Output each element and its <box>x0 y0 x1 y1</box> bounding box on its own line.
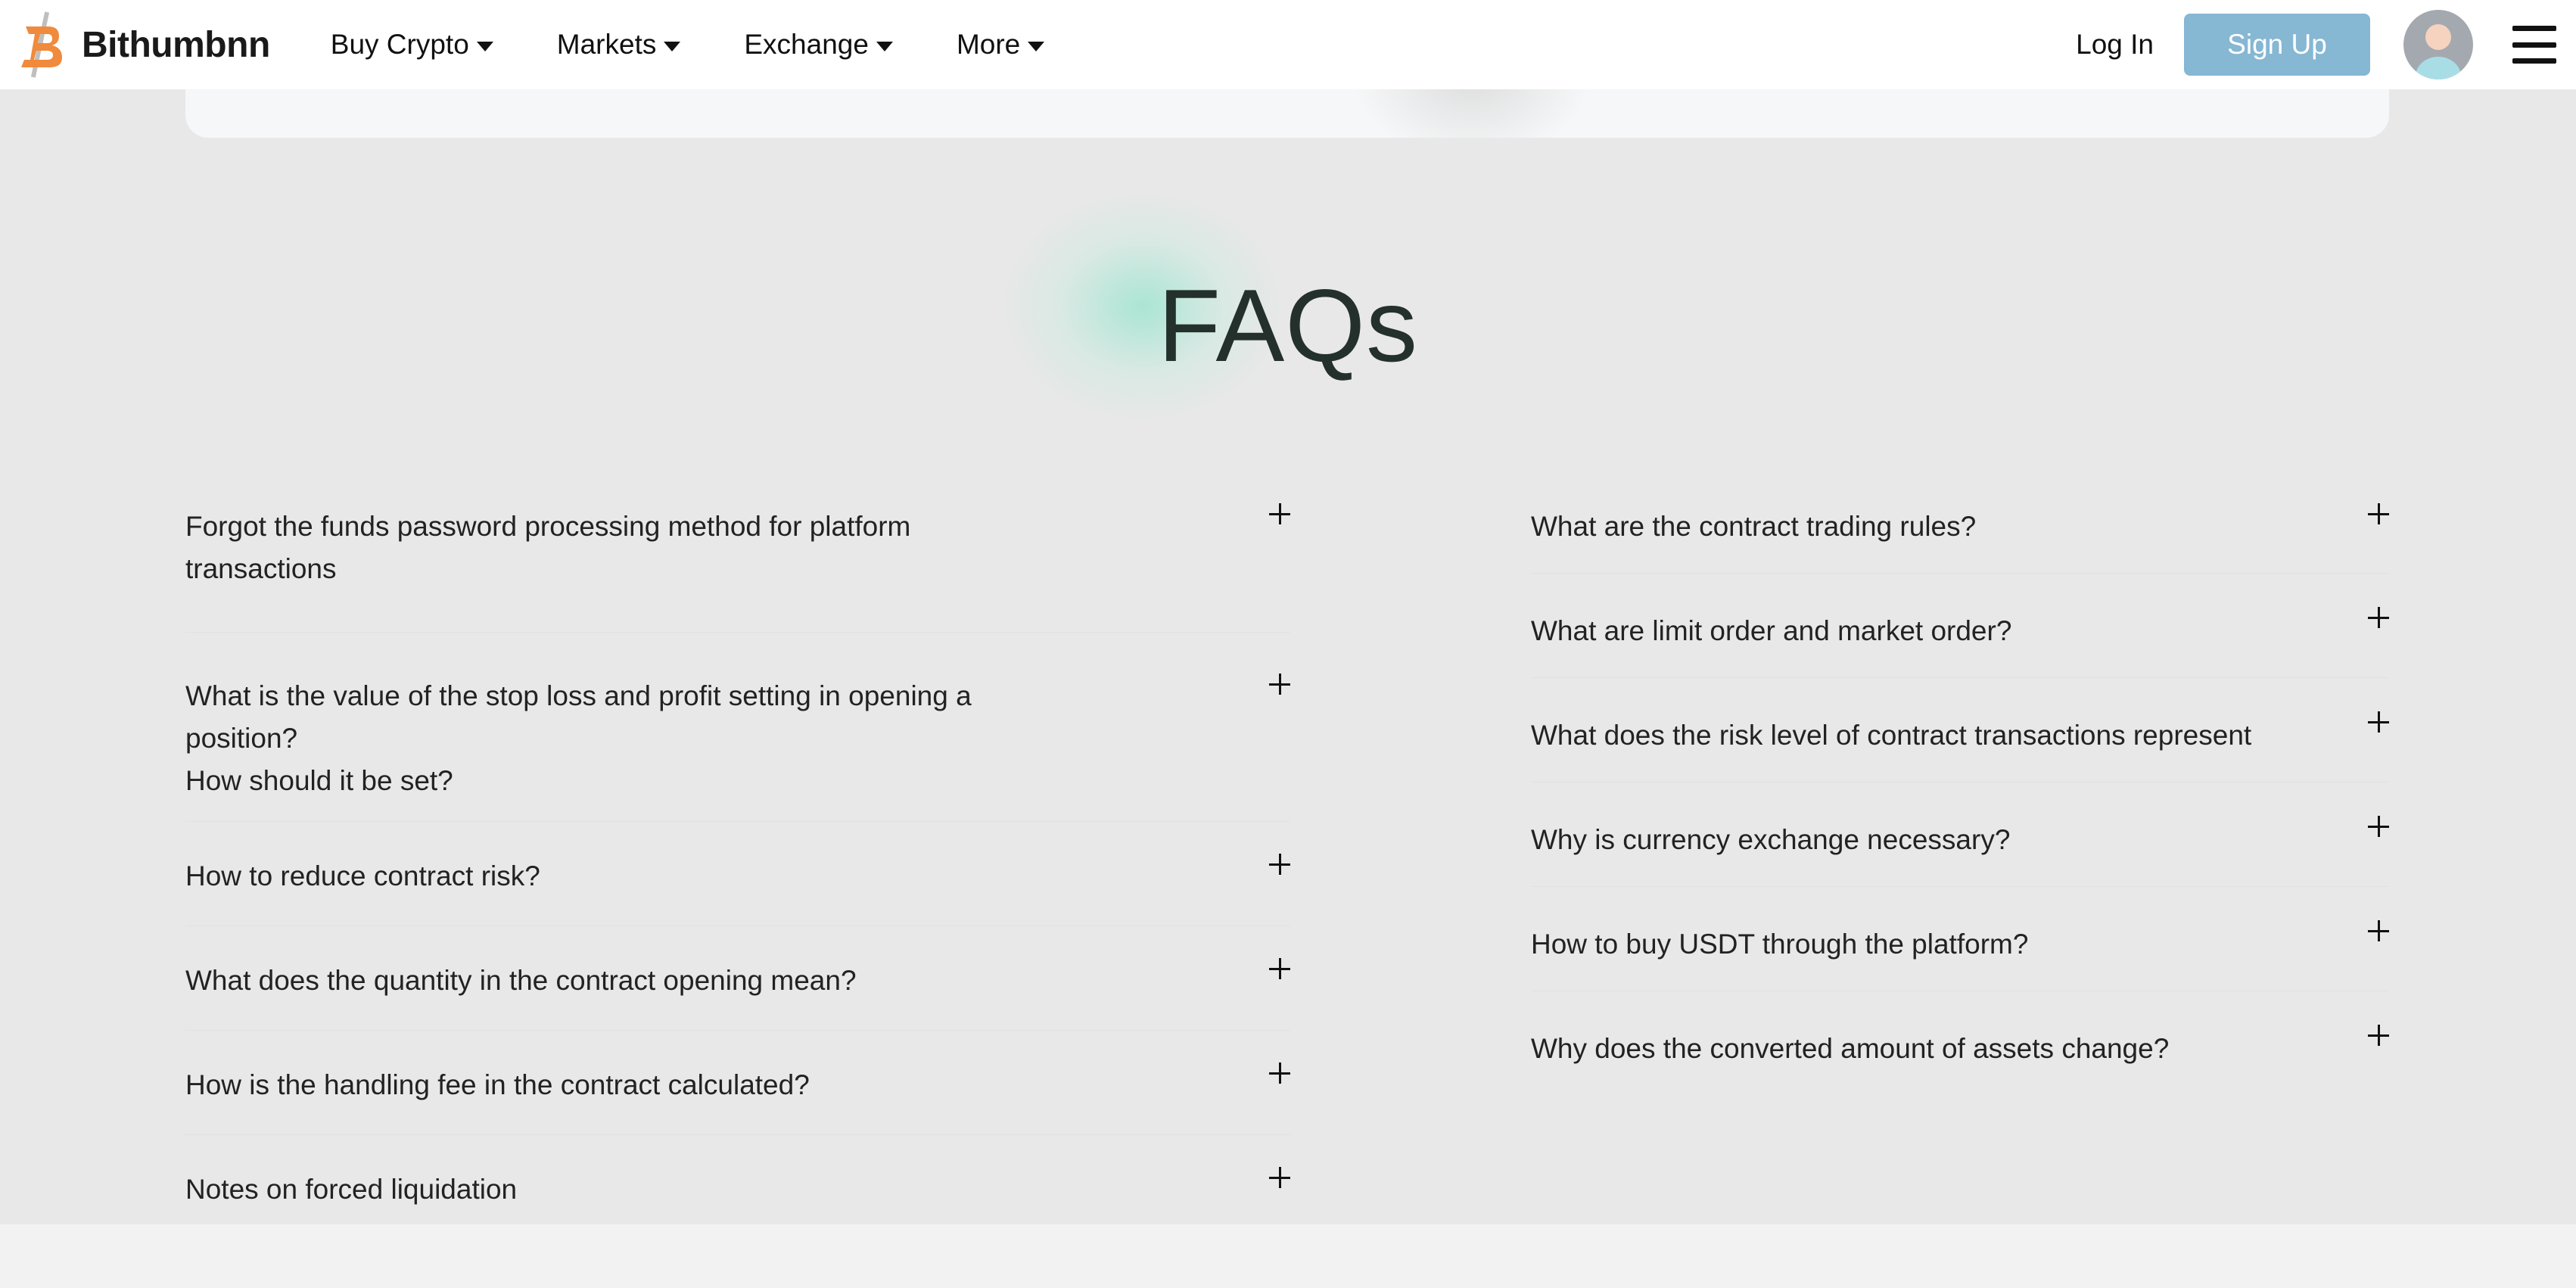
nav-exchange[interactable]: Exchange <box>744 29 893 61</box>
faq-question: What does the quantity in the contract o… <box>185 965 857 996</box>
plus-icon[interactable] <box>1269 1062 1290 1084</box>
nav-buy-crypto[interactable]: Buy Crypto <box>331 29 493 61</box>
caret-down-icon <box>664 41 681 51</box>
faq-item[interactable]: Forgot the funds password processing met… <box>185 484 1290 633</box>
faq-question: What does the risk level of contract tra… <box>1531 720 2252 751</box>
faq-question: What are limit order and market order? <box>1531 615 2012 646</box>
footer-band <box>0 1224 2576 1288</box>
faq-list-right: What are the contract trading rules? Wha… <box>1531 484 2389 1090</box>
plus-icon[interactable] <box>2368 1025 2389 1046</box>
login-link[interactable]: Log In <box>2076 29 2154 61</box>
faq-item[interactable]: How to buy USDT through the platform? <box>1531 887 2389 991</box>
plus-icon[interactable] <box>1269 958 1290 979</box>
plus-icon[interactable] <box>2368 711 2389 733</box>
faq-list-left: Forgot the funds password processing met… <box>185 484 1290 1226</box>
caret-down-icon <box>476 41 493 51</box>
faq-item[interactable]: Notes on forced liquidation <box>185 1135 1290 1226</box>
user-avatar-icon <box>2416 24 2461 79</box>
plus-icon[interactable] <box>2368 607 2389 628</box>
signup-button[interactable]: Sign Up <box>2184 14 2370 76</box>
faq-item[interactable]: What does the quantity in the contract o… <box>185 926 1290 1031</box>
brand-name: Bithumbnn <box>82 24 270 65</box>
faq-question: How to buy USDT through the platform? <box>1531 929 2029 960</box>
faq-question: What are the contract trading rules? <box>1531 511 1977 542</box>
plus-icon[interactable] <box>2368 503 2389 524</box>
faq-item[interactable]: What does the risk level of contract tra… <box>1531 678 2389 782</box>
faq-question: What is the value of the stop loss and p… <box>185 680 972 796</box>
hamburger-menu-icon[interactable] <box>2512 26 2556 64</box>
header-actions: Log In Sign Up <box>2076 0 2576 89</box>
plus-icon[interactable] <box>1269 1167 1290 1188</box>
faq-item[interactable]: What are limit order and market order? <box>1531 574 2389 678</box>
faq-question: How to reduce contract risk? <box>185 860 540 891</box>
caret-down-icon <box>876 41 893 51</box>
plus-icon[interactable] <box>1269 674 1290 695</box>
faq-item[interactable]: Why does the converted amount of assets … <box>1531 991 2389 1090</box>
faq-item[interactable]: How is the handling fee in the contract … <box>185 1031 1290 1135</box>
plus-icon[interactable] <box>2368 816 2389 837</box>
faq-question: Why is currency exchange necessary? <box>1531 824 2011 855</box>
nav-label: More <box>956 29 1021 60</box>
bithumb-logo-icon <box>21 11 62 78</box>
top-nav-bar: Bithumbnn Buy Crypto Markets Exchange Mo… <box>0 0 2576 89</box>
nav-label: Markets <box>556 29 657 60</box>
caret-down-icon <box>1028 41 1045 51</box>
faq-item[interactable]: What are the contract trading rules? <box>1531 484 2389 574</box>
nav-label: Exchange <box>744 29 869 60</box>
nav-markets[interactable]: Markets <box>557 29 681 61</box>
main-nav: Buy Crypto Markets Exchange More <box>331 29 1108 61</box>
plus-icon[interactable] <box>1269 503 1290 524</box>
user-avatar[interactable] <box>2403 10 2473 79</box>
faq-item[interactable]: Why is currency exchange necessary? <box>1531 782 2389 887</box>
nav-more[interactable]: More <box>956 29 1045 61</box>
nav-label: Buy Crypto <box>330 29 469 60</box>
faq-item[interactable]: How to reduce contract risk? <box>185 822 1290 926</box>
faq-question: Why does the converted amount of assets … <box>1531 1033 2170 1064</box>
faq-question: Notes on forced liquidation <box>185 1174 518 1205</box>
faq-title: FAQs <box>1157 268 1419 383</box>
faq-question: How is the handling fee in the contract … <box>185 1069 810 1100</box>
faq-question: Forgot the funds password processing met… <box>185 511 911 584</box>
plus-icon[interactable] <box>2368 920 2389 941</box>
brand-logo[interactable]: Bithumbnn <box>15 10 270 79</box>
plus-icon[interactable] <box>1269 854 1290 875</box>
faq-item[interactable]: What is the value of the stop loss and p… <box>185 633 1290 822</box>
